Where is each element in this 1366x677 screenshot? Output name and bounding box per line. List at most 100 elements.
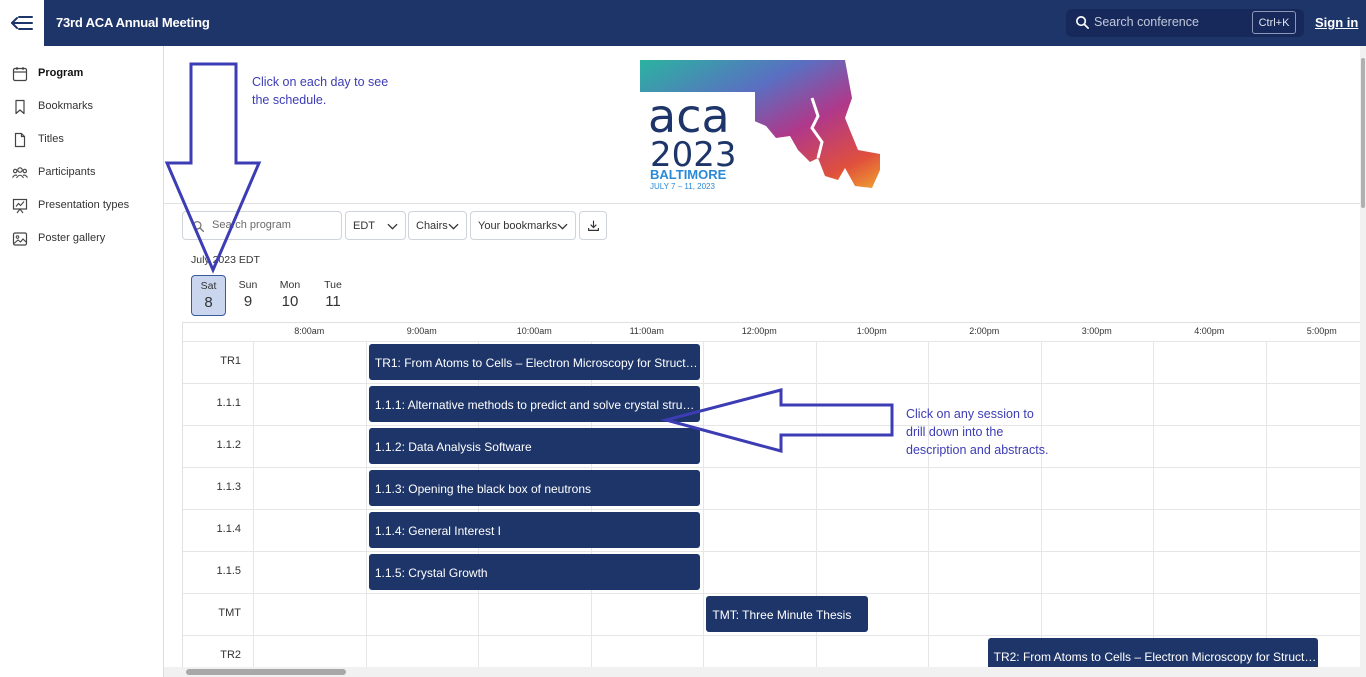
grid-row-line [183, 551, 1360, 552]
chevron-down-icon [557, 223, 568, 230]
bookmark-icon [15, 99, 25, 115]
session-block[interactable]: 1.1.3: Opening the black box of neutrons [368, 470, 700, 506]
day-tab-sun[interactable]: Sun 9 [230, 275, 266, 316]
session-block[interactable]: TR1: From Atoms to Cells – Electron Micr… [368, 344, 700, 380]
presentation-icon [12, 198, 28, 214]
grid-row-line [183, 593, 1360, 594]
document-icon [14, 132, 26, 148]
sidebar-item-label: Titles [38, 133, 64, 145]
chevron-down-icon [448, 223, 459, 230]
session-hint-annotation: Click on any session to drill down into … [906, 405, 1048, 459]
annotation-line: Click on any session to [906, 407, 1034, 421]
menu-back-icon [11, 16, 33, 30]
grid-row-line [183, 425, 1360, 426]
sidebar-item-poster-gallery[interactable]: Poster gallery [0, 222, 163, 255]
conference-banner: aca 2023 BALTIMORE JULY 7 – 11, 2023 [164, 46, 1360, 204]
vertical-scroll-thumb[interactable] [1361, 58, 1365, 208]
schedule-grid: 8:00am 9:00am 10:00am 11:00am 12:00pm 1:00pm 2… [182, 322, 1360, 667]
sidebar: Program Bookmarks Titles Participants Pr… [0, 46, 164, 677]
day-of-week: Sat [200, 280, 217, 292]
room-label: 1.1.4 [216, 523, 241, 535]
horizontal-scrollbar[interactable] [164, 667, 1360, 677]
search-shortcut-badge: Ctrl+K [1252, 11, 1296, 34]
session-block[interactable]: 1.1.4: General Interest I [368, 512, 700, 548]
room-label: 1.1.3 [216, 481, 241, 493]
horizontal-scroll-thumb[interactable] [186, 669, 346, 675]
day-number: 11 [325, 293, 341, 310]
sidebar-item-program[interactable]: Program [0, 57, 163, 90]
day-hint-annotation: Click on each day to see the schedule. [252, 73, 388, 109]
room-label: 1.1.5 [216, 565, 241, 577]
chevron-down-icon [387, 223, 398, 230]
time-header: 1:00pm [856, 326, 887, 336]
day-tab-sat[interactable]: Sat 8 [191, 275, 226, 316]
time-header: 11:00am [629, 326, 664, 336]
room-label: 1.1.2 [216, 439, 241, 451]
download-button[interactable] [579, 211, 607, 240]
download-icon [587, 220, 599, 231]
calendar-icon [12, 67, 28, 82]
day-number: 8 [204, 294, 213, 311]
sidebar-item-label: Presentation types [38, 199, 130, 211]
chairs-label: Chairs [416, 219, 448, 232]
sidebar-item-label: Bookmarks [38, 100, 94, 112]
grid-row-line [183, 467, 1360, 468]
people-icon [12, 167, 28, 179]
grid-column-line [703, 341, 704, 667]
time-header: 10:00am [516, 326, 552, 336]
session-block[interactable]: TMT: Three Minute Thesis [706, 596, 869, 632]
sign-in-link[interactable]: Sign in [1315, 15, 1358, 30]
session-block[interactable]: 1.1.5: Crystal Growth [368, 554, 700, 590]
grid-column-line [365, 341, 367, 667]
your-bookmarks-dropdown[interactable]: Your bookmarks [470, 211, 576, 240]
annotation-line: description and abstracts. [906, 443, 1049, 457]
day-tab-tue[interactable]: Tue 11 [315, 275, 351, 316]
day-of-week: Tue [324, 279, 342, 291]
grid-column-line [928, 341, 929, 667]
menu-toggle-button[interactable] [0, 0, 44, 46]
grid-column-line [1265, 341, 1267, 667]
room-label: 1.1.1 [216, 397, 241, 409]
time-header: 5:00pm [1306, 326, 1337, 336]
sidebar-item-titles[interactable]: Titles [0, 123, 163, 156]
program-search[interactable] [182, 211, 342, 240]
your-bookmarks-label: Your bookmarks [478, 219, 558, 232]
conference-search[interactable]: Ctrl+K [1066, 9, 1304, 37]
logo-text-city: BALTIMORE [650, 167, 727, 182]
top-header: 73rd ACA Annual Meeting Ctrl+K Sign in [0, 0, 1366, 46]
conference-search-input[interactable] [1094, 15, 1244, 29]
session-block[interactable]: 1.1.2: Data Analysis Software [368, 428, 700, 464]
day-tab-mon[interactable]: Mon 10 [272, 275, 308, 316]
sidebar-item-label: Participants [38, 166, 96, 178]
time-header: 2:00pm [969, 326, 1000, 336]
grid-row-line [183, 509, 1360, 510]
grid-header-line [183, 341, 1360, 342]
room-label: TMT [218, 607, 241, 619]
time-header: 12:00pm [741, 326, 777, 336]
program-search-input[interactable] [212, 219, 332, 231]
session-block[interactable]: TR2: From Atoms to Cells – Electron Micr… [987, 638, 1319, 667]
day-of-week: Sun [238, 279, 258, 291]
time-header: 4:00pm [1194, 326, 1225, 336]
sidebar-item-presentation-types[interactable]: Presentation types [0, 189, 163, 222]
sidebar-item-bookmarks[interactable]: Bookmarks [0, 90, 163, 123]
sidebar-item-label: Poster gallery [38, 232, 106, 244]
grid-row-line [183, 383, 1360, 384]
day-number: 9 [243, 293, 253, 310]
grid-column-line [1040, 341, 1042, 667]
chairs-dropdown[interactable]: Chairs [408, 211, 467, 240]
vertical-scrollbar[interactable] [1360, 46, 1366, 677]
annotation-line: the schedule. [252, 93, 327, 107]
grid-column-line [253, 341, 254, 667]
grid-column-line [1153, 341, 1154, 667]
timezone-dropdown[interactable]: EDT [345, 211, 406, 240]
sidebar-item-participants[interactable]: Participants [0, 156, 163, 189]
session-block[interactable]: 1.1.1: Alternative methods to predict an… [368, 386, 700, 422]
timezone-value: EDT [353, 219, 375, 232]
day-of-week: Mon [279, 279, 301, 291]
logo-text-dates: JULY 7 – 11, 2023 [650, 182, 715, 190]
annotation-line: Click on each day to see [252, 75, 389, 89]
image-icon [12, 232, 28, 246]
grid-row-line [183, 635, 1360, 636]
sidebar-item-label: Program [38, 67, 84, 79]
